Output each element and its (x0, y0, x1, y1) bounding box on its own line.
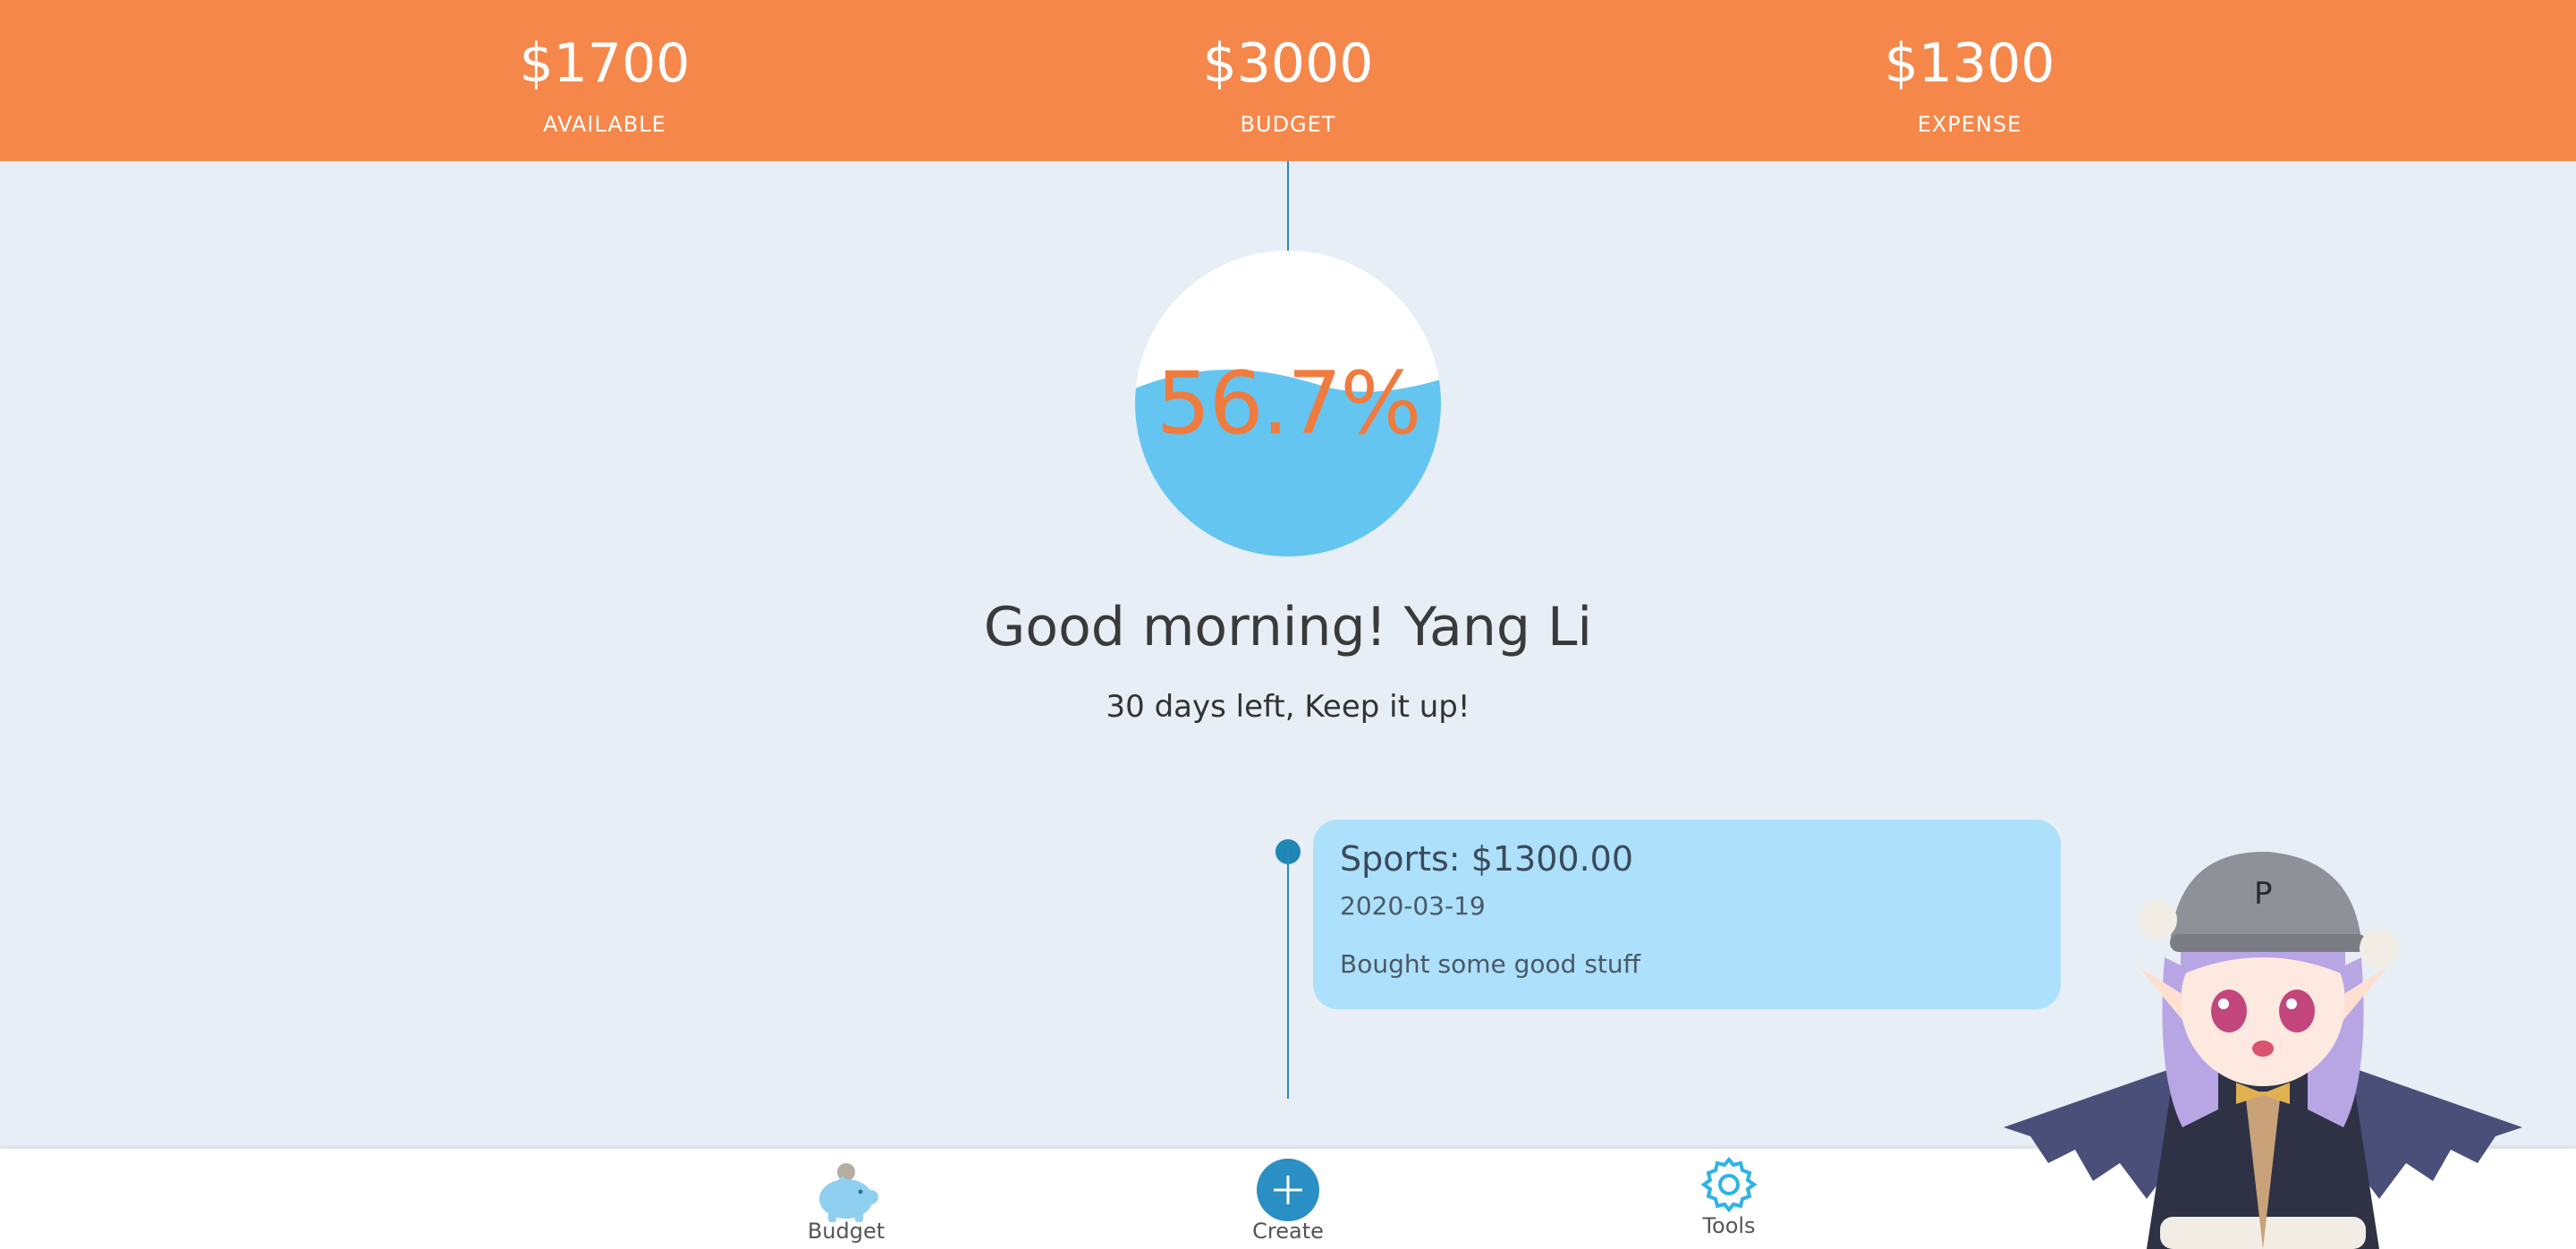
budget-label: BUDGET (1240, 112, 1336, 137)
expense-label: EXPENSE (1917, 112, 2022, 137)
timeline-line-top (1287, 161, 1289, 251)
entry-title: Sports: $1300.00 (1340, 839, 1634, 879)
greeting-title: Good morning! Yang Li (983, 596, 1593, 658)
expense-amount: $1300 (1884, 32, 2055, 95)
timeline-entry-card[interactable]: Sports: $1300.00 2020-03-19 Bought some … (1313, 820, 2061, 1009)
app: $1700 AVAILABLE $3000 BUDGET $1300 EXPEN… (0, 0, 2576, 1249)
piggy-bank-icon (819, 1163, 878, 1222)
days-left-subtitle: 30 days left, Keep it up! (1106, 689, 1470, 725)
progress-percent: 56.7% (1156, 353, 1422, 454)
stat-available: $1700 AVAILABLE (426, 32, 784, 138)
stats-header: $1700 AVAILABLE $3000 BUDGET $1300 EXPEN… (0, 0, 2576, 161)
timeline-line-bottom (1287, 850, 1289, 1099)
plus-icon (1257, 1159, 1319, 1221)
nav-tools-label: Tools (1702, 1213, 1756, 1238)
nav-create[interactable]: Create (1199, 1149, 1377, 1249)
mascot-character[interactable]: P (1995, 841, 2531, 1249)
budget-amount: $3000 (1202, 32, 1374, 95)
budget-progress-circle: 56.7% (1135, 251, 1441, 557)
nav-budget-label: Budget (807, 1219, 886, 1244)
stat-expense: $1300 EXPENSE (1791, 32, 2148, 138)
available-label: AVAILABLE (543, 112, 666, 137)
entry-note: Bought some good stuff (1340, 949, 1640, 979)
nav-budget[interactable]: Budget (757, 1149, 936, 1249)
stat-budget: $3000 BUDGET (1109, 32, 1467, 138)
svg-text:P: P (2254, 876, 2273, 912)
gear-icon (1700, 1156, 1758, 1213)
nav-tools[interactable]: Tools (1640, 1149, 1818, 1249)
nav-create-label: Create (1252, 1219, 1324, 1244)
available-amount: $1700 (519, 32, 691, 95)
entry-date: 2020-03-19 (1340, 891, 1486, 921)
